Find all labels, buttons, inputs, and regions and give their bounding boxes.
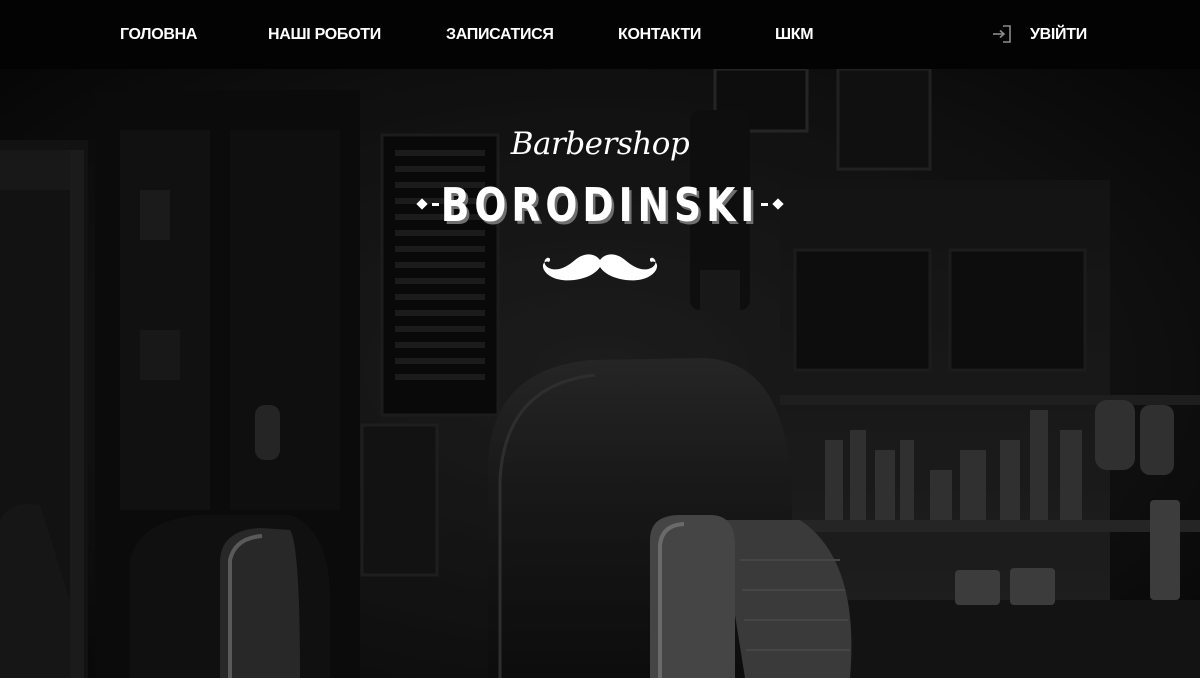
hero-background-image [0, 0, 1200, 678]
top-nav-bar: ГОЛОВНА НАШІ РОБОТИ ЗАПИСАТИСЯ КОНТАКТИ … [0, 0, 1200, 69]
nav-contacts-link[interactable]: КОНТАКТИ [618, 0, 701, 69]
nav-shkm-link[interactable]: ШКМ [775, 0, 814, 69]
nav-our-works-link[interactable]: НАШІ РОБОТИ [268, 0, 381, 69]
landing-page: ГОЛОВНА НАШІ РОБОТИ ЗАПИСАТИСЯ КОНТАКТИ … [0, 0, 1200, 678]
logo-brand-name: BORODINSKI [440, 178, 760, 232]
nav-login-link[interactable]: УВІЙТИ [1030, 0, 1087, 69]
sign-in-icon[interactable] [992, 25, 1012, 43]
logo-diamond-right [772, 198, 784, 210]
logo-script-text: Barbershop [510, 126, 690, 162]
mustache-icon [539, 250, 661, 284]
logo-dash-right [761, 203, 768, 206]
nav-book-link[interactable]: ЗАПИСАТИСЯ [446, 0, 554, 69]
brand-logo: Barbershop BORODINSKI [400, 120, 800, 290]
logo-diamond-left [416, 198, 428, 210]
nav-home-link[interactable]: ГОЛОВНА [120, 0, 197, 69]
